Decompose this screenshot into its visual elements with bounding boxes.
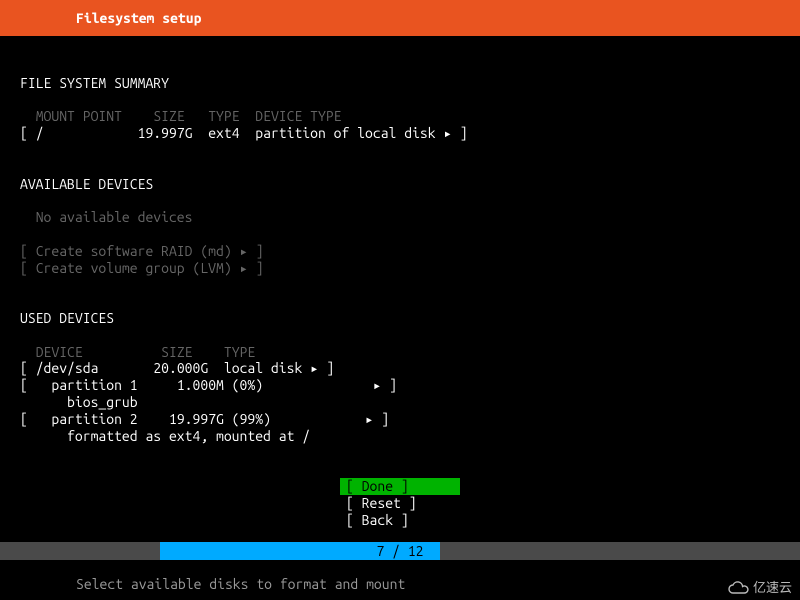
triangle-right-icon: ▸: [443, 125, 451, 141]
used-disk-size: 20.000G: [153, 360, 208, 376]
fss-row[interactable]: [ / 19.997G ext4 partition of local disk…: [20, 125, 468, 141]
title-bar: Filesystem setup: [0, 0, 800, 36]
fss-row-size: 19.997G: [138, 125, 193, 141]
back-button[interactable]: [ Back ]: [340, 512, 460, 529]
used-disk-row[interactable]: [ /dev/sda 20.000G local disk ▸ ]: [20, 360, 334, 376]
triangle-right-icon: ▸: [240, 260, 248, 276]
fss-row-mount: /: [36, 125, 44, 141]
fss-col-mount: MOUNT POINT: [36, 108, 122, 124]
used-p2-name: partition 2: [51, 411, 137, 427]
used-p2-size: 19.997G: [169, 411, 224, 427]
cloud-icon: [727, 581, 749, 595]
reset-label: Reset: [362, 495, 401, 511]
used-p1-row[interactable]: [ partition 1 1.000M (0%) ▸ ]: [20, 377, 397, 393]
used-p2-sub: formatted as ext4, mounted at /: [67, 428, 310, 444]
create-lvm-button[interactable]: [ Create volume group (LVM) ▸ ]: [20, 260, 264, 276]
main-content: FILE SYSTEM SUMMARY MOUNT POINT SIZE TYP…: [0, 36, 800, 444]
fss-row-type: ext4: [208, 125, 239, 141]
back-label: Back: [362, 512, 393, 528]
avail-header: AVAILABLE DEVICES: [20, 176, 153, 192]
used-p1-pct: (0%): [232, 377, 263, 393]
triangle-right-icon: ▸: [310, 360, 318, 376]
fss-col-size: SIZE: [153, 108, 184, 124]
fss-col-type: TYPE: [208, 108, 239, 124]
triangle-right-icon: ▸: [240, 243, 248, 259]
button-bar: [ Done ] [ Reset ] [ Back ]: [0, 478, 800, 528]
used-col-device: DEVICE: [36, 344, 83, 360]
used-disk-type: local disk: [224, 360, 302, 376]
fss-row-devtype: partition of local disk: [255, 125, 435, 141]
watermark-text: 亿速云: [753, 580, 792, 596]
create-raid-label: Create software RAID (md): [36, 243, 232, 259]
done-label: Done: [362, 478, 393, 494]
create-raid-button[interactable]: [ Create software RAID (md) ▸ ]: [20, 243, 264, 259]
fss-col-devtype: DEVICE TYPE: [255, 108, 341, 124]
reset-button[interactable]: [ Reset ]: [340, 495, 460, 512]
fss-header: FILE SYSTEM SUMMARY: [20, 75, 169, 91]
used-header: USED DEVICES: [20, 310, 114, 326]
avail-none: No available devices: [36, 209, 193, 225]
page-title: Filesystem setup: [76, 10, 201, 26]
used-p2-row[interactable]: [ partition 2 19.997G (99%) ▸ ]: [20, 411, 389, 427]
done-button[interactable]: [ Done ]: [340, 478, 460, 495]
create-lvm-label: Create volume group (LVM): [36, 260, 232, 276]
watermark: 亿速云: [727, 580, 792, 596]
used-p1-size: 1.000M: [177, 377, 224, 393]
used-col-size: SIZE: [161, 344, 192, 360]
used-col-type: TYPE: [224, 344, 255, 360]
hint-text: Select available disks to format and mou…: [0, 576, 800, 593]
used-p2-pct: (99%): [232, 411, 271, 427]
used-p1-name: partition 1: [51, 377, 137, 393]
used-p1-sub: bios_grub: [67, 394, 138, 410]
progress-label: 7 / 12: [0, 543, 800, 560]
progress-bar: 7 / 12: [0, 542, 800, 560]
used-disk-name: /dev/sda: [36, 360, 99, 376]
